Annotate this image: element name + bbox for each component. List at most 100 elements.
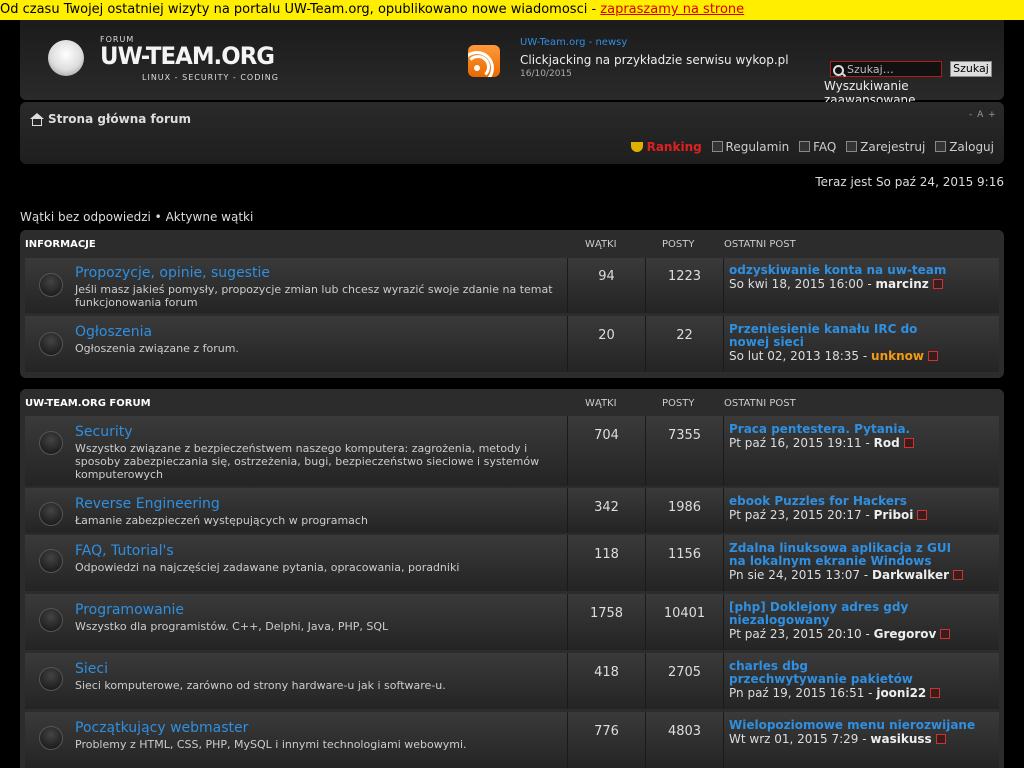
ranking-link[interactable]: Ranking — [630, 140, 702, 154]
last-post-meta: Pn sie 24, 2015 13:07 - Darkwalker — [729, 568, 963, 582]
forum-posts-count: 10401 — [663, 606, 706, 621]
forum-title[interactable]: Programowanie — [75, 602, 184, 618]
trophy-icon — [630, 142, 643, 152]
rss-feed-icon[interactable] — [468, 45, 500, 77]
forum-row: Security Wszystko związane z bezpieczeńs… — [25, 416, 999, 486]
rules-link[interactable]: Regulamin — [711, 140, 789, 154]
navbar: Strona główna forum - A + Ranking Regula… — [20, 102, 1004, 164]
column-last-post: OSTATNI POST — [724, 398, 796, 409]
rules-icon — [711, 141, 723, 152]
faq-link[interactable]: FAQ — [799, 140, 836, 154]
last-post-title[interactable]: Praca pentestera. Pytania. — [729, 423, 989, 436]
register-link[interactable]: Zarejestruj — [846, 140, 925, 154]
column-posts: POSTY — [662, 239, 695, 250]
forum-posts-count: 2705 — [667, 665, 702, 680]
forum-row: Reverse Engineering Łamanie zabezpieczeń… — [25, 488, 999, 533]
last-post-title[interactable]: ebook Puzzles for Hackers — [729, 495, 989, 508]
forum-status-icon — [39, 667, 63, 691]
forum-posts-count: 7355 — [667, 428, 702, 443]
forum-row: Sieci Sieci komputerowe, zarówno od stro… — [25, 653, 999, 709]
logo-tagline: LINUX - SECURITY - CODING — [142, 73, 279, 82]
forum-title[interactable]: Sieci — [75, 661, 108, 677]
last-post-title[interactable]: Wielopoziomowe menu nierozwijane — [729, 719, 989, 732]
last-post-author[interactable]: Gregorov — [874, 627, 937, 641]
category-box: UW-TEAM.ORG FORUM WĄTKI POSTY OSTATNI PO… — [20, 389, 1004, 768]
forum-description: Jeśli masz jakieś pomysły, propozycje zm… — [75, 283, 553, 309]
last-post-title[interactable]: charles dbg przechwytywanie pakietów — [729, 660, 929, 686]
goto-last-post-icon[interactable] — [935, 734, 946, 744]
home-icon[interactable] — [30, 113, 44, 126]
last-post-meta: Pt paź 16, 2015 19:11 - Rod — [729, 436, 914, 450]
last-post-title[interactable]: Przeniesienie kanału IRC do nowej sieci — [729, 323, 959, 349]
notice-text: Od czasu Twojej ostatniej wizyty na port… — [0, 2, 601, 17]
search-input[interactable]: Szukaj… — [830, 61, 942, 77]
forum-description: Wszystko dla programistów. C++, Delphi, … — [75, 620, 389, 633]
goto-last-post-icon[interactable] — [932, 279, 943, 289]
news-source-link[interactable]: UW-Team.org - newsy — [520, 37, 627, 48]
forum-title[interactable]: Reverse Engineering — [75, 496, 220, 512]
goto-last-post-icon[interactable] — [930, 688, 941, 698]
category-title[interactable]: INFORMACJE — [25, 239, 96, 250]
forum-status-icon — [39, 608, 63, 632]
quick-links: Wątki bez odpowiedzi • Aktywne wątki — [20, 210, 253, 224]
search-icon — [833, 65, 844, 76]
site-logo[interactable]: UW-TEAM.ORG — [100, 42, 275, 70]
column-topics: WĄTKI — [585, 239, 617, 250]
news-title-link[interactable]: Clickjacking na przykładzie serwisu wyko… — [520, 53, 789, 67]
forum-row: Początkujący webmaster Problemy z HTML, … — [25, 712, 999, 768]
forum-status-icon — [39, 502, 63, 526]
new-content-notice: Od czasu Twojej ostatniej wizyty na port… — [0, 0, 1024, 20]
last-post-author[interactable]: Rod — [874, 436, 900, 450]
forum-topics-count: 20 — [598, 328, 615, 343]
breadcrumb[interactable]: Strona główna forum — [48, 112, 191, 126]
goto-last-post-icon[interactable] — [917, 510, 928, 520]
last-post-meta: Wt wrz 01, 2015 7:29 - wasikuss — [729, 732, 946, 746]
news-date: 16/10/2015 — [520, 69, 572, 79]
last-post-meta: Pt paź 23, 2015 20:10 - Gregorov — [729, 627, 951, 641]
last-post-author[interactable]: Priboi — [874, 508, 914, 522]
last-post-meta: So kwi 18, 2015 16:00 - marcinz — [729, 277, 943, 291]
last-post-title[interactable]: odzyskiwanie konta na uw-team — [729, 264, 989, 277]
forum-description: Problemy z HTML, CSS, PHP, MySQL i innym… — [75, 738, 467, 751]
last-post-title[interactable]: Zdalna linuksowa aplikacja z GUI na loka… — [729, 542, 969, 568]
font-size-toggle[interactable]: - A + — [969, 110, 997, 120]
logo-emblem-icon[interactable] — [48, 40, 84, 76]
forum-title[interactable]: Początkujący webmaster — [75, 720, 248, 736]
last-post-meta: So lut 02, 2013 18:35 - unknow — [729, 349, 938, 363]
notice-link[interactable]: zapraszamy na strone — [600, 2, 744, 17]
active-topics-link[interactable]: Aktywne wątki — [166, 210, 254, 224]
forum-row: Ogłoszenia Ogłoszenia związane z forum. … — [25, 316, 999, 372]
last-post-author[interactable]: jooni22 — [876, 686, 926, 700]
forum-topics-count: 418 — [594, 665, 619, 680]
quick-links-separator: • — [150, 210, 166, 224]
last-post-meta: Pt paź 23, 2015 20:17 - Priboi — [729, 508, 928, 522]
last-post-author[interactable]: marcinz — [875, 277, 928, 291]
last-post-author[interactable]: wasikuss — [870, 732, 931, 746]
forum-row: FAQ, Tutorial's Odpowiedzi na najczęście… — [25, 535, 999, 591]
goto-last-post-icon[interactable] — [953, 570, 963, 580]
forum-status-icon — [39, 549, 63, 573]
login-icon — [935, 141, 947, 152]
last-post-author[interactable]: unknow — [871, 349, 924, 363]
column-posts: POSTY — [662, 398, 695, 409]
forum-description: Odpowiedzi na najczęściej zadawane pytan… — [75, 561, 460, 574]
forum-title[interactable]: Ogłoszenia — [75, 324, 152, 340]
forum-posts-count: 1223 — [667, 269, 702, 284]
forum-posts-count: 4803 — [667, 724, 702, 739]
forum-row: Programowanie Wszystko dla programistów.… — [25, 594, 999, 650]
login-link[interactable]: Zaloguj — [935, 140, 994, 154]
unanswered-topics-link[interactable]: Wątki bez odpowiedzi — [20, 210, 151, 224]
last-post-author[interactable]: Darkwalker — [872, 568, 949, 582]
goto-last-post-icon[interactable] — [940, 629, 951, 639]
search-button[interactable]: Szukaj — [950, 61, 992, 77]
goto-last-post-icon[interactable] — [927, 351, 938, 361]
forum-title[interactable]: Propozycje, opinie, sugestie — [75, 265, 270, 281]
forum-title[interactable]: Security — [75, 424, 133, 440]
forum-description: Ogłoszenia związane z forum. — [75, 342, 239, 355]
forum-status-icon — [39, 332, 63, 356]
category-title[interactable]: UW-TEAM.ORG FORUM — [25, 398, 151, 409]
goto-last-post-icon[interactable] — [903, 438, 914, 448]
forum-title[interactable]: FAQ, Tutorial's — [75, 543, 174, 559]
forum-posts-count: 1986 — [667, 500, 702, 515]
last-post-title[interactable]: [php] Doklejony adres gdy niezalogowany — [729, 601, 929, 627]
